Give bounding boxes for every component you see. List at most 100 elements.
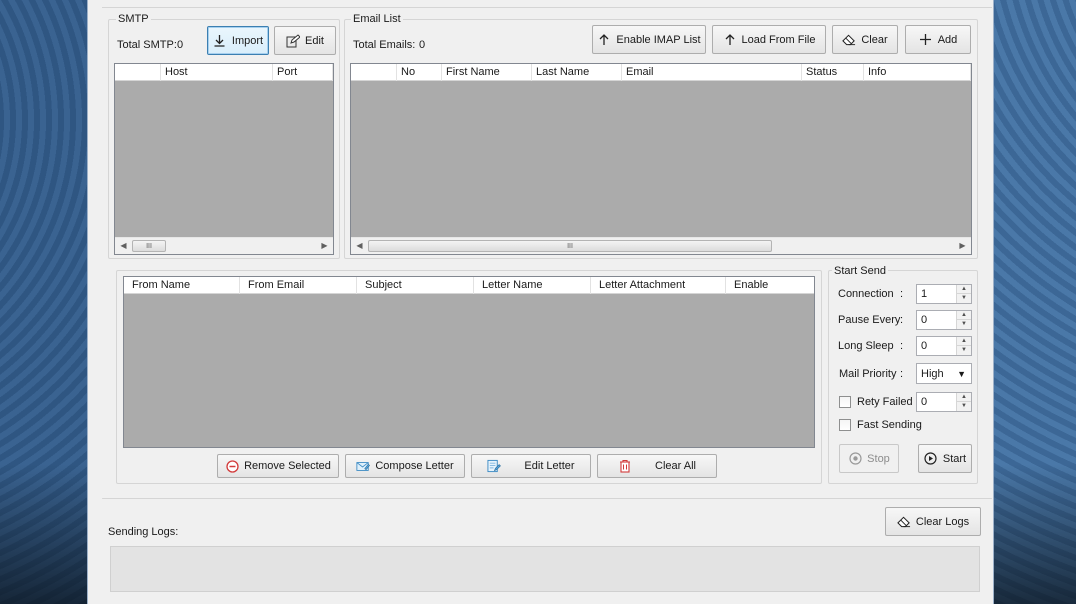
clear-emails-button[interactable]: Clear [832,25,898,54]
long-sleep-label: Long Sleep [838,340,894,352]
download-icon [213,34,227,48]
spin-up-icon[interactable]: ▲ [957,285,971,294]
scroll-right-icon[interactable]: ▶ [954,238,971,255]
edit-smtp-button[interactable]: Edit [274,26,336,55]
chevron-down-icon: ▼ [957,369,966,379]
clear-all-button[interactable]: Clear All [597,454,717,478]
remove-selected-label: Remove Selected [244,460,331,472]
play-icon [924,452,938,466]
import-button[interactable]: Import [207,26,269,55]
clear-logs-button[interactable]: Clear Logs [885,507,981,536]
retry-failed-stepper[interactable]: 0 ▲ ▼ [916,392,972,412]
load-from-file-label: Load From File [741,33,816,46]
load-from-file-button[interactable]: Load From File [712,25,826,54]
edit-letter-button[interactable]: Edit Letter [471,454,591,478]
letters-col-from-email[interactable]: From Email [240,277,357,294]
letters-col-enable[interactable]: Enable [726,277,814,294]
pause-every-label: Pause Every [838,314,901,326]
pause-every-colon: : [900,314,904,326]
clear-emails-label: Clear [861,33,888,46]
letters-col-from-name[interactable]: From Name [124,277,240,294]
eraser-icon [897,515,911,529]
email-col-info[interactable]: Info [864,64,971,81]
spin-down-icon[interactable]: ▼ [957,346,971,355]
add-email-button[interactable]: Add [905,25,971,54]
long-sleep-value: 0 [921,340,928,352]
stop-button[interactable]: Stop [839,444,899,473]
letters-col-letter-attachment[interactable]: Letter Attachment [591,277,726,294]
email-scroll-thumb[interactable]: III [368,240,772,252]
enable-imap-list-button[interactable]: Enable IMAP List [592,25,706,54]
trash-icon [618,459,632,473]
compose-letter-label: Compose Letter [375,460,454,472]
email-list-group-title: Email List [351,13,403,25]
long-sleep-stepper[interactable]: 0 ▲ ▼ [916,336,972,356]
connection-value: 1 [921,288,928,300]
email-col-first-name[interactable]: First Name [442,64,532,81]
smtp-grid[interactable]: Host Port ◀ III ▶ [114,63,334,255]
retry-failed-checkbox[interactable] [839,396,851,408]
smtp-hscrollbar[interactable]: ◀ III ▶ [115,237,333,254]
email-col-no[interactable]: No [397,64,442,81]
email-hscrollbar[interactable]: ◀ III ▶ [351,237,971,254]
email-col-status[interactable]: Status [802,64,864,81]
spin-down-icon[interactable]: ▼ [957,320,971,329]
spin-up-icon[interactable]: ▲ [957,393,971,402]
envelope-icon [356,459,371,473]
spin-up-icon[interactable]: ▲ [957,337,971,346]
edit-smtp-button-label: Edit [305,34,324,47]
mail-priority-colon: : [900,368,904,380]
email-total-label: Total Emails: [353,39,416,51]
compose-letter-button[interactable]: Compose Letter [345,454,465,478]
letters-grid-header: From Name From Email Subject Letter Name… [124,277,814,294]
remove-icon [225,459,239,473]
letters-col-letter-name[interactable]: Letter Name [474,277,591,294]
add-email-label: Add [937,33,958,46]
sending-logs-area[interactable] [110,546,980,592]
email-grid[interactable]: No First Name Last Name Email Status Inf… [350,63,972,255]
pause-every-spin[interactable]: ▲ ▼ [956,311,971,329]
smtp-total-label: Total SMTP: [117,39,177,51]
smtp-col-port[interactable]: Port [273,64,333,81]
fast-sending-row[interactable]: Fast Sending [839,419,922,431]
smtp-scroll-thumb[interactable]: III [132,240,166,252]
letters-grid[interactable]: From Name From Email Subject Letter Name… [123,276,815,448]
window-client-area: SMTP Total SMTP: 0 Import Edit Host Port… [94,0,992,604]
email-col-last-name[interactable]: Last Name [532,64,622,81]
start-button[interactable]: Start [918,444,972,473]
scroll-right-icon[interactable]: ▶ [316,238,333,255]
mail-priority-value: High [921,368,944,380]
fast-sending-checkbox[interactable] [839,419,851,431]
scroll-left-icon[interactable]: ◀ [115,238,132,255]
eraser-icon [842,33,856,47]
email-total-value: 0 [419,39,426,51]
spin-up-icon[interactable]: ▲ [957,311,971,320]
retry-failed-row[interactable]: Rety Failed [839,396,913,408]
connection-spin[interactable]: ▲ ▼ [956,285,971,303]
connection-colon: : [900,288,904,300]
remove-selected-button[interactable]: Remove Selected [217,454,339,478]
email-col-email[interactable]: Email [622,64,802,81]
spin-down-icon[interactable]: ▼ [957,294,971,303]
spin-down-icon[interactable]: ▼ [957,402,971,411]
long-sleep-colon: : [900,340,904,352]
letters-col-subject[interactable]: Subject [357,277,474,294]
stop-button-label: Stop [867,452,890,465]
enable-imap-list-label: Enable IMAP List [616,33,701,46]
retry-failed-value: 0 [921,396,928,408]
mail-priority-label: Mail Priority [839,368,897,380]
mail-priority-select[interactable]: High ▼ [916,363,972,384]
smtp-grid-header: Host Port [115,64,333,81]
pause-every-stepper[interactable]: 0 ▲ ▼ [916,310,972,330]
email-grid-header: No First Name Last Name Email Status Inf… [351,64,971,81]
scroll-left-icon[interactable]: ◀ [351,238,368,255]
top-divider [102,0,992,8]
connection-stepper[interactable]: 1 ▲ ▼ [916,284,972,304]
retry-failed-spin[interactable]: ▲ ▼ [956,393,971,411]
app-window: SMTP Total SMTP: 0 Import Edit Host Port… [87,0,994,604]
arrow-up-icon [723,33,737,47]
long-sleep-spin[interactable]: ▲ ▼ [956,337,971,355]
smtp-total-value: 0 [177,39,184,51]
smtp-col-host[interactable]: Host [161,64,273,81]
logs-divider [102,498,992,499]
